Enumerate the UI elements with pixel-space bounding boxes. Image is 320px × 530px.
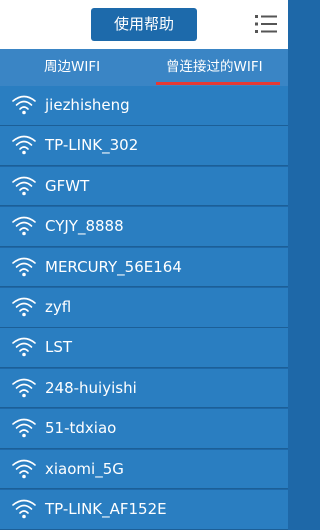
list-item[interactable]: CYJY_8888 (0, 207, 288, 247)
list-item[interactable]: MERCURY_56E164 (0, 247, 288, 288)
network-name: GFWT (45, 176, 90, 195)
list-item[interactable]: TP-LINK_302 (0, 126, 288, 166)
list-item[interactable]: zyfl (0, 288, 288, 328)
network-name: zyfl (45, 298, 72, 316)
wifi-icon (12, 216, 36, 236)
help-button[interactable]: 使用帮助 (91, 8, 197, 41)
tab-connected-wifi[interactable]: 曾连接过的WIFI (166, 49, 263, 86)
wifi-icon (12, 176, 36, 196)
tab-bar: 周边WIFI 曾连接过的WIFI (0, 49, 288, 86)
network-name: CYJY_8888 (45, 217, 124, 236)
network-name: jiezhisheng (45, 96, 130, 114)
active-tab-indicator (156, 82, 280, 85)
wifi-icon (12, 418, 36, 438)
network-name: TP-LINK_AF152E (45, 500, 167, 518)
list-item[interactable]: LST (0, 328, 288, 368)
list-item[interactable]: 248-huiyishi (0, 368, 288, 409)
wifi-icon (12, 297, 36, 317)
list-item[interactable]: xiaomi_5G (0, 449, 288, 490)
list-item[interactable]: TP-LINK_AF152E (0, 490, 288, 530)
network-name: 248-huiyishi (45, 378, 137, 397)
wifi-icon (12, 378, 36, 398)
wifi-icon (12, 499, 36, 519)
list-menu-icon[interactable] (255, 14, 277, 34)
tab-nearby-wifi[interactable]: 周边WIFI (44, 49, 100, 86)
wifi-list[interactable]: jiezhisheng TP-LINK_302 GFWT CYJY_8888 MERCU… (0, 86, 288, 530)
network-name: LST (45, 338, 73, 357)
top-bar: 使用帮助 (0, 0, 288, 49)
network-name: TP-LINK_302 (45, 136, 139, 155)
list-item[interactable]: 51-tdxiao (0, 409, 288, 449)
network-name: xiaomi_5G (45, 459, 124, 478)
wifi-icon (12, 257, 36, 276)
wifi-icon (12, 136, 36, 155)
wifi-icon (12, 95, 36, 115)
wifi-icon (12, 338, 36, 357)
wifi-icon (12, 459, 36, 478)
network-name: 51-tdxiao (45, 419, 117, 438)
network-name: MERCURY_56E164 (45, 257, 182, 276)
list-item[interactable]: GFWT (0, 166, 288, 207)
list-item[interactable]: jiezhisheng (0, 86, 288, 126)
